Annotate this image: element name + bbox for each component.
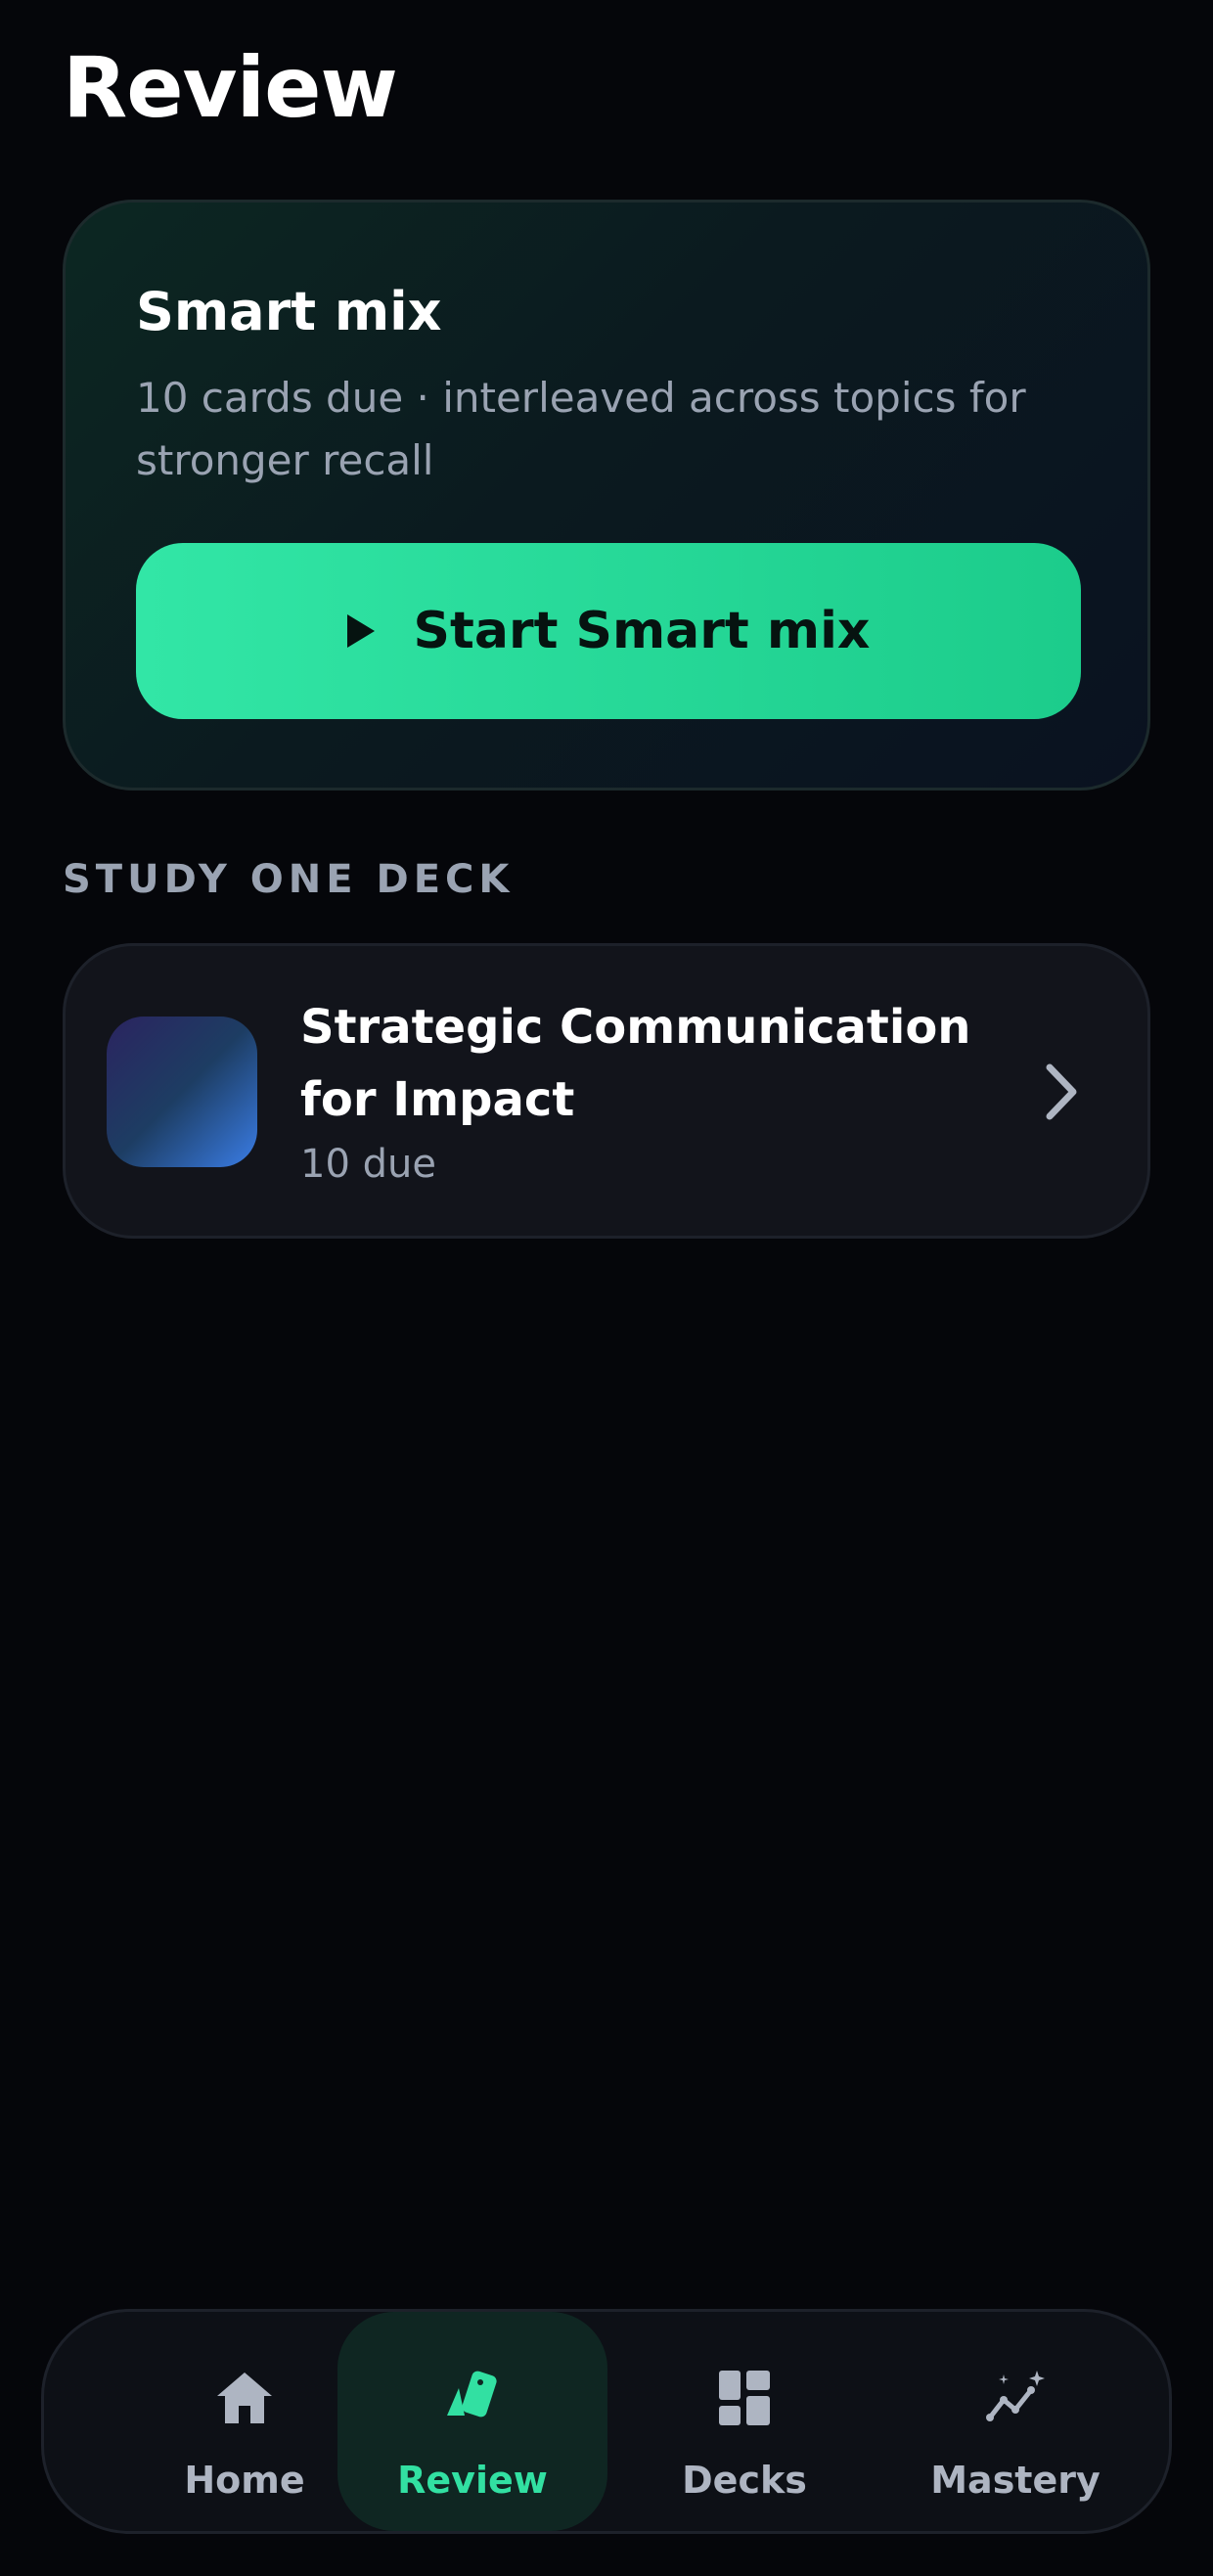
nav-label-decks: Decks [682, 2459, 807, 2502]
deck-due-count: 10 due [300, 1142, 436, 1187]
home-icon [217, 2373, 272, 2423]
bottom-nav: Home Review Decks Mastery [41, 2309, 1172, 2534]
start-smart-mix-button[interactable]: Start Smart mix [136, 543, 1081, 719]
smart-mix-subtitle: 10 cards due · interleaved across topics… [136, 374, 1026, 484]
nav-item-mastery[interactable]: Mastery [880, 2312, 1150, 2531]
smart-mix-title: Smart mix [136, 281, 442, 342]
deck-card[interactable]: Strategic Communication for Impact 10 du… [63, 943, 1150, 1239]
cards-icon [447, 2371, 497, 2418]
nav-label-mastery: Mastery [930, 2459, 1101, 2502]
page-title: Review [63, 39, 398, 137]
smart-mix-card: Smart mix 10 cards due · interleaved acr… [63, 200, 1150, 791]
review-screen: Review Smart mix 10 cards due · interlea… [0, 0, 1213, 2576]
play-icon [346, 614, 375, 648]
deck-thumbnail [107, 1017, 257, 1167]
sparkle-chart-icon [986, 2371, 1045, 2421]
deck-title: Strategic Communication for Impact [300, 1000, 971, 1127]
grid-icon [719, 2371, 770, 2425]
nav-label-review: Review [397, 2459, 548, 2502]
nav-item-review[interactable]: Review [337, 2312, 607, 2531]
nav-item-decks[interactable]: Decks [609, 2312, 879, 2531]
nav-label-home: Home [184, 2459, 305, 2502]
start-smart-mix-label: Start Smart mix [413, 602, 871, 660]
chevron-right-icon [1046, 1063, 1077, 1120]
section-label-study-one-deck: STUDY ONE DECK [63, 857, 515, 902]
